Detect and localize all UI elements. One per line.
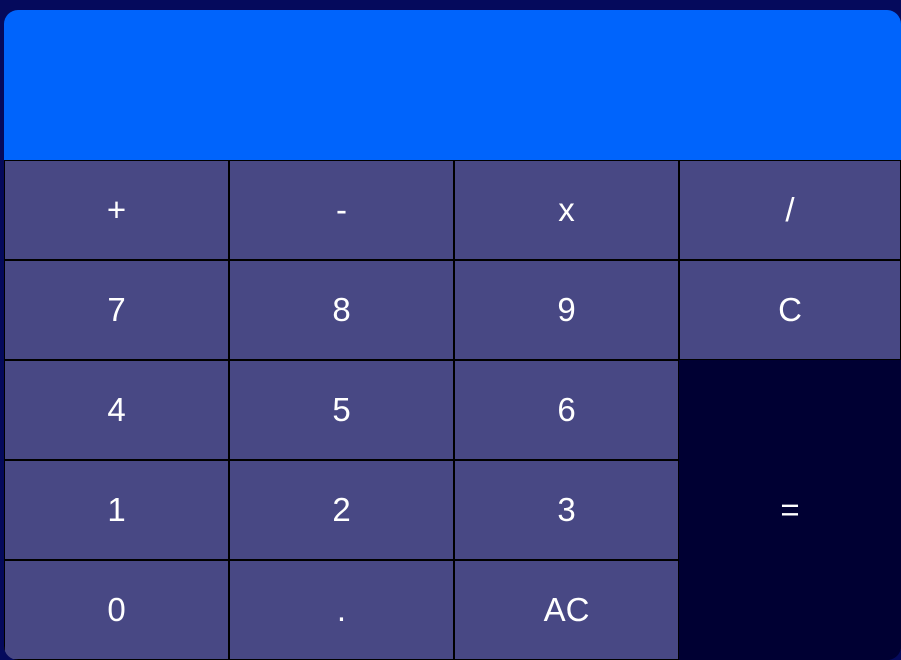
decimal-button[interactable]: . xyxy=(229,560,454,660)
keypad: + - x / 7 8 9 C 4 5 6 = 1 2 3 0 . AC xyxy=(4,160,901,660)
digit-1-button[interactable]: 1 xyxy=(4,460,229,560)
divide-button[interactable]: / xyxy=(679,160,901,260)
clear-button[interactable]: C xyxy=(679,260,901,360)
calculator-display xyxy=(4,10,901,160)
digit-2-button[interactable]: 2 xyxy=(229,460,454,560)
digit-9-button[interactable]: 9 xyxy=(454,260,679,360)
digit-7-button[interactable]: 7 xyxy=(4,260,229,360)
digit-5-button[interactable]: 5 xyxy=(229,360,454,460)
digit-4-button[interactable]: 4 xyxy=(4,360,229,460)
digit-3-button[interactable]: 3 xyxy=(454,460,679,560)
digit-6-button[interactable]: 6 xyxy=(454,360,679,460)
multiply-button[interactable]: x xyxy=(454,160,679,260)
digit-0-button[interactable]: 0 xyxy=(4,560,229,660)
calculator: + - x / 7 8 9 C 4 5 6 = 1 2 3 0 . AC xyxy=(4,10,901,660)
digit-8-button[interactable]: 8 xyxy=(229,260,454,360)
all-clear-button[interactable]: AC xyxy=(454,560,679,660)
equals-button[interactable]: = xyxy=(679,360,901,660)
minus-button[interactable]: - xyxy=(229,160,454,260)
plus-button[interactable]: + xyxy=(4,160,229,260)
